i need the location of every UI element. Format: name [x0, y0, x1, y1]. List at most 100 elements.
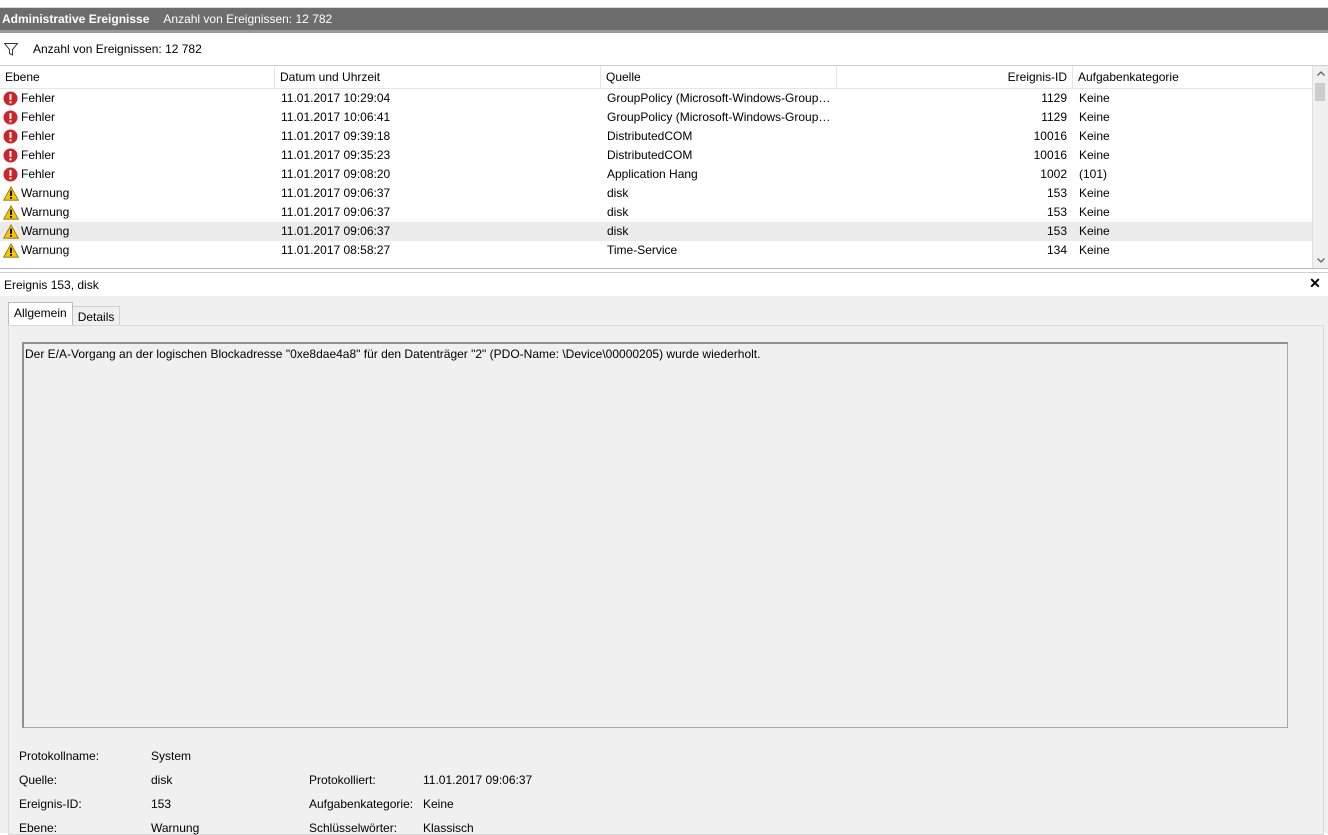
event-detail-header: Ereignis 153, disk ✕	[0, 272, 1328, 297]
column-header-level[interactable]: Ebene	[0, 66, 275, 88]
level-text: Warnung	[21, 224, 70, 238]
error-icon	[2, 147, 19, 164]
level-cell: Warnung	[2, 222, 272, 241]
table-row[interactable]: Fehler 11.01.2017 09:39:18 DistributedCOM 1…	[0, 127, 1313, 146]
task-category-cell: (101)	[1079, 167, 1108, 181]
task-category-cell: Keine	[1079, 110, 1110, 124]
event-id-cell: 1129	[1041, 91, 1067, 105]
log-name-value[interactable]: System	[151, 749, 191, 763]
event-rows: Fehler 11.01.2017 10:29:04 GroupPolicy (Mi…	[0, 89, 1313, 260]
event-id-cell: 10016	[1033, 148, 1067, 162]
source-cell: disk	[607, 205, 629, 219]
source-cell: disk	[607, 224, 629, 238]
level-cell: Warnung	[2, 184, 272, 203]
general-tab-body: Der E/A-Vorgang an der logischen Blockad…	[8, 325, 1324, 835]
event-id-cell: 10016	[1033, 129, 1067, 143]
filter-event-count: Anzahl von Ereignissen: 12 782	[33, 42, 202, 56]
level-cell: Fehler	[2, 127, 272, 146]
level-text: Warnung	[21, 243, 70, 257]
error-icon	[2, 128, 19, 145]
error-icon	[2, 109, 19, 126]
level-cell: Fehler	[2, 165, 272, 184]
source-cell: GroupPolicy (Microsoft-Windows-Group…	[607, 91, 831, 105]
event-id-value[interactable]: 153	[151, 797, 171, 811]
date-cell: 11.01.2017 10:06:41	[281, 110, 391, 124]
scroll-thumb[interactable]	[1315, 83, 1325, 101]
level-cell: Warnung	[2, 203, 272, 222]
source-value[interactable]: disk	[151, 773, 172, 787]
filter-bar: Anzahl von Ereignissen: 12 782	[0, 33, 1328, 66]
task-category-cell: Keine	[1079, 186, 1110, 200]
scroll-up-icon[interactable]	[1313, 66, 1328, 81]
task-category-cell: Keine	[1079, 129, 1110, 143]
event-id-cell: 134	[1046, 243, 1067, 257]
event-id-cell: 153	[1046, 186, 1067, 200]
level-text: Fehler	[21, 91, 56, 105]
column-header-source[interactable]: Quelle	[601, 66, 837, 88]
task-category-cell: Keine	[1079, 243, 1110, 257]
view-title: Administrative Ereignisse	[2, 12, 150, 26]
date-cell: 11.01.2017 09:06:37	[281, 186, 391, 200]
date-cell: 11.01.2017 09:35:23	[281, 148, 391, 162]
event-id-cell: 153	[1046, 205, 1067, 219]
source-label: Quelle:	[19, 773, 58, 787]
filter-icon[interactable]	[3, 41, 19, 57]
column-header-task-category[interactable]: Aufgabenkategorie	[1073, 66, 1313, 88]
table-row[interactable]: Warnung 11.01.2017 09:06:37 disk 153 Keine	[0, 222, 1313, 241]
level-text: Warnung	[21, 186, 70, 200]
date-cell: 11.01.2017 09:39:18	[281, 129, 391, 143]
event-id-cell: 1129	[1041, 110, 1067, 124]
level-text: Warnung	[21, 205, 70, 219]
events-scrollbar[interactable]	[1312, 66, 1328, 268]
logged-label: Protokolliert:	[309, 773, 376, 787]
date-cell: 11.01.2017 08:58:27	[281, 243, 391, 257]
tab-general[interactable]: Allgemein	[8, 302, 73, 325]
close-icon[interactable]: ✕	[1308, 276, 1322, 290]
level-text: Fehler	[21, 167, 56, 181]
detail-tabs: Allgemein Details	[8, 302, 121, 327]
events-grid: Ebene Datum und Uhrzeit Quelle Ereignis-…	[0, 66, 1328, 269]
date-cell: 11.01.2017 09:08:20	[281, 167, 391, 181]
event-detail-pane: Allgemein Details Der E/A-Vorgang an der…	[0, 296, 1328, 835]
task-category-label: Aufgabenkategorie:	[309, 797, 414, 811]
logged-value[interactable]: 11.01.2017 09:06:37	[423, 773, 532, 787]
task-category-cell: Keine	[1079, 224, 1110, 238]
date-cell: 11.01.2017 10:29:04	[281, 91, 391, 105]
date-cell: 11.01.2017 09:06:37	[281, 224, 391, 238]
warning-icon	[2, 185, 19, 202]
event-id-cell: 1002	[1040, 167, 1067, 181]
top-strip	[0, 0, 1328, 8]
level-text: Fehler	[21, 129, 56, 143]
source-cell: GroupPolicy (Microsoft-Windows-Group…	[607, 110, 831, 124]
source-cell: disk	[607, 186, 629, 200]
view-event-count: Anzahl von Ereignissen: 12 782	[163, 12, 333, 26]
date-cell: 11.01.2017 09:06:37	[281, 205, 391, 219]
task-category-cell: Keine	[1079, 205, 1110, 219]
task-category-cell: Keine	[1079, 91, 1110, 105]
table-row[interactable]: Fehler 11.01.2017 09:08:20 Application Han…	[0, 165, 1313, 184]
source-cell: Time-Service	[607, 243, 678, 257]
source-cell: DistributedCOM	[607, 148, 693, 162]
task-category-cell: Keine	[1079, 148, 1110, 162]
grid-header: Ebene Datum und Uhrzeit Quelle Ereignis-…	[0, 66, 1313, 89]
level-cell: Fehler	[2, 89, 272, 108]
table-row[interactable]: Warnung 11.01.2017 09:06:37 disk 153 Keine	[0, 184, 1313, 203]
event-properties: Protokollname: System Quelle: disk Proto…	[9, 326, 1323, 835]
level-cell: Fehler	[2, 108, 272, 127]
table-row[interactable]: Warnung 11.01.2017 08:58:27 Time-Service 13…	[0, 241, 1313, 260]
log-name-label: Protokollname:	[19, 749, 100, 763]
task-category-value[interactable]: Keine	[423, 797, 454, 811]
level-cell: Fehler	[2, 146, 272, 165]
scroll-down-icon[interactable]	[1313, 253, 1328, 268]
event-detail-title: Ereignis 153, disk	[4, 277, 99, 292]
column-header-date[interactable]: Datum und Uhrzeit	[275, 66, 601, 88]
tab-details[interactable]: Details	[71, 306, 121, 327]
error-icon	[2, 166, 19, 183]
column-header-event-id[interactable]: Ereignis-ID	[837, 66, 1073, 88]
table-row[interactable]: Fehler 11.01.2017 10:29:04 GroupPolicy (Mi…	[0, 89, 1313, 108]
table-row[interactable]: Fehler 11.01.2017 10:06:41 GroupPolicy (Mi…	[0, 108, 1313, 127]
table-row[interactable]: Warnung 11.01.2017 09:06:37 disk 153 Keine	[0, 203, 1313, 222]
event-id-label: Ereignis-ID:	[19, 797, 82, 811]
warning-icon	[2, 242, 19, 259]
table-row[interactable]: Fehler 11.01.2017 09:35:23 DistributedCOM 1…	[0, 146, 1313, 165]
